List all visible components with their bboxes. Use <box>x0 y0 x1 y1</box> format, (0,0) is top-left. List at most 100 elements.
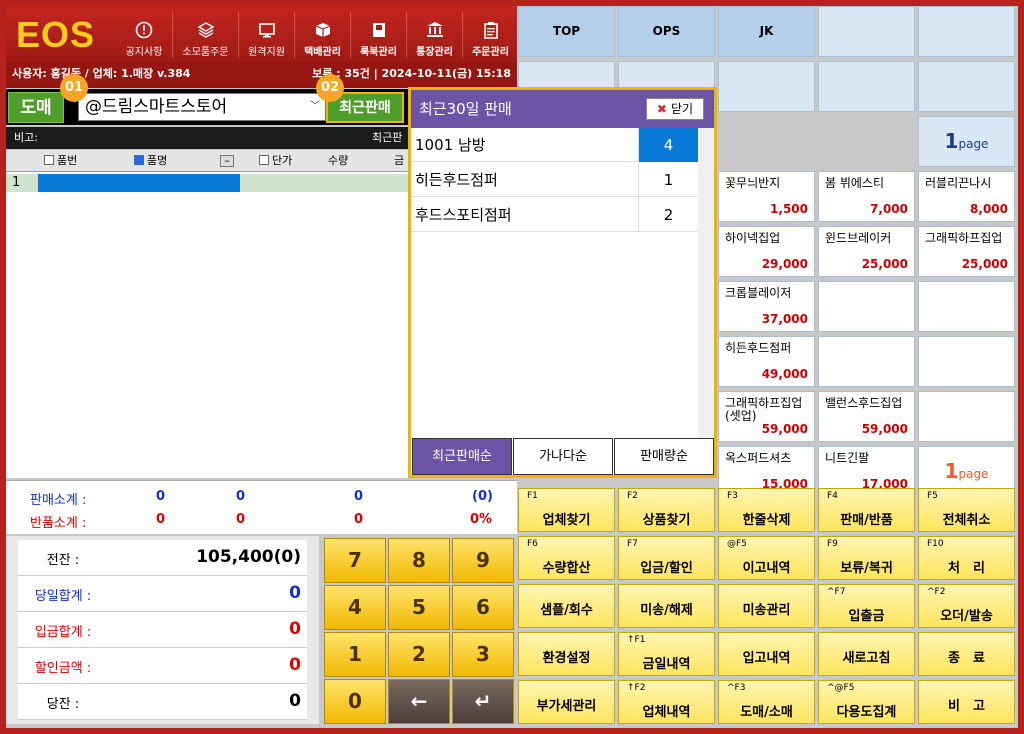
fkey-shortcut: ↑F2 <box>627 683 646 693</box>
fkey-shortcut: F2 <box>627 491 638 501</box>
balance-value: 0 <box>289 655 301 675</box>
product-button[interactable]: 하이넥집업 29,000 <box>718 226 815 277</box>
col-code[interactable]: 품번 <box>44 150 77 172</box>
col-amount: 금 <box>394 154 405 167</box>
fkey-4[interactable]: F4 판매/반품 <box>818 488 915 532</box>
fkey-5[interactable]: F5 전체취소 <box>918 488 1015 532</box>
col-unit[interactable]: 단가 <box>259 150 292 172</box>
col-name[interactable]: 품명 <box>134 150 167 172</box>
fkey-20[interactable]: 종 료 <box>918 632 1015 676</box>
fkey-7[interactable]: F7 입금/할인 <box>618 536 715 580</box>
fkey-8[interactable]: @F5 이고내역 <box>718 536 815 580</box>
popup-list-item[interactable]: 1001 남방 4 <box>411 128 698 162</box>
fkey-1[interactable]: F1 업체찾기 <box>518 488 615 532</box>
menu-item-label: 룩북관리 <box>360 47 397 58</box>
menu-item-label: 원격지원 <box>248 47 285 58</box>
fkey-2[interactable]: F2 상품찾기 <box>618 488 715 532</box>
fkey-shortcut: F7 <box>627 539 638 549</box>
product-slot[interactable] <box>818 281 915 332</box>
popup-scrollbar[interactable] <box>698 128 714 438</box>
product-button[interactable]: 히든후드점퍼 49,000 <box>718 336 815 387</box>
balance-label: 입금합계 : <box>34 625 92 640</box>
tab-slot[interactable] <box>918 61 1015 112</box>
product-slot[interactable] <box>918 336 1015 387</box>
numpad-key-6[interactable]: 6 <box>452 585 514 630</box>
numpad-key-1[interactable]: 1 <box>324 632 386 677</box>
sort-tab-2[interactable]: 가나다순 <box>513 438 613 475</box>
page-number: 1 <box>944 129 959 153</box>
numpad-key-9[interactable]: 9 <box>452 538 514 583</box>
sort-tab-1[interactable]: 최근판매순 <box>412 438 512 475</box>
numpad-key-5[interactable]: 5 <box>388 585 450 630</box>
product-button[interactable]: 그래픽하프집업 25,000 <box>918 226 1015 277</box>
fkey-22[interactable]: ↑F2 업체내역 <box>618 680 715 724</box>
fkey-21[interactable]: 부가세관리 <box>518 680 615 724</box>
fkey-14[interactable]: ^F7 입출금 <box>818 584 915 628</box>
product-button[interactable]: 꽃무늬반지 1,500 <box>718 171 815 222</box>
numpad-key-4[interactable]: 4 <box>324 585 386 630</box>
fkey-25[interactable]: 비 고 <box>918 680 1015 724</box>
fkey-3[interactable]: F3 한줄삭제 <box>718 488 815 532</box>
fkey-24[interactable]: ^@F5 다용도집계 <box>818 680 915 724</box>
fkey-label: 미송/해제 <box>640 603 693 618</box>
numpad-key-enter[interactable]: ↵ <box>452 679 514 724</box>
product-button[interactable]: 밸런스후드집업 59,000 <box>818 391 915 442</box>
popup-title: 최근30일 판매 <box>419 100 512 118</box>
menu-item-2[interactable]: 소모품주문 <box>172 12 238 58</box>
fkey-shortcut: F6 <box>527 539 538 549</box>
menu-item-6[interactable]: 통장관리 <box>406 12 462 58</box>
product-price: 8,000 <box>970 202 1008 216</box>
fkey-13[interactable]: 미송관리 <box>718 584 815 628</box>
fkey-23[interactable]: ^F3 도매/소매 <box>718 680 815 724</box>
menu-item-4[interactable]: 택배관리 <box>294 12 350 58</box>
numpad-key-0[interactable]: 0 <box>324 679 386 724</box>
product-slot[interactable] <box>918 391 1015 442</box>
page-indicator-top[interactable]: 1page <box>918 116 1015 167</box>
product-button[interactable]: 그래픽하프집업(셋업) 59,000 <box>718 391 815 442</box>
fkey-shortcut: F4 <box>827 491 838 501</box>
menu-item-1[interactable]: 공지사항 <box>116 12 172 58</box>
numpad-key-8[interactable]: 8 <box>388 538 450 583</box>
numpad-key-back[interactable]: ← <box>388 679 450 724</box>
fkey-12[interactable]: 미송/해제 <box>618 584 715 628</box>
return-subtotal-3: 0 <box>354 512 364 527</box>
fkey-6[interactable]: F6 수량합산 <box>518 536 615 580</box>
store-select[interactable]: @드림스마트스토어 ﹀ <box>78 93 326 121</box>
tab-slot[interactable] <box>818 61 915 112</box>
selected-cell[interactable] <box>38 174 240 192</box>
menu-item-5[interactable]: 룩북관리 <box>350 12 406 58</box>
return-subtotal-label: 반품소계 : <box>30 516 87 531</box>
close-button[interactable]: ✖ 닫기 <box>646 98 704 120</box>
product-slot[interactable] <box>918 281 1015 332</box>
product-slot[interactable] <box>818 336 915 387</box>
fkey-10[interactable]: F10 처 리 <box>918 536 1015 580</box>
fkey-15[interactable]: ^F2 오더/발송 <box>918 584 1015 628</box>
tab-slot[interactable] <box>718 61 815 112</box>
popup-list-item[interactable]: 후드스포티점퍼 2 <box>411 198 698 232</box>
popup-list-item[interactable]: 히든후드점퍼 1 <box>411 163 698 197</box>
top-tab-4[interactable] <box>818 6 915 57</box>
top-tab-3[interactable]: JK <box>718 6 815 57</box>
fkey-17[interactable]: ↑F1 금일내역 <box>618 632 715 676</box>
product-button[interactable]: 크롭블레이저 37,000 <box>718 281 815 332</box>
fkey-18[interactable]: 입고내역 <box>718 632 815 676</box>
product-button[interactable]: 윈드브레이커 25,000 <box>818 226 915 277</box>
collapse-button[interactable]: – <box>220 155 234 167</box>
numpad-key-3[interactable]: 3 <box>452 632 514 677</box>
fkey-19[interactable]: 새로고침 <box>818 632 915 676</box>
numpad-key-2[interactable]: 2 <box>388 632 450 677</box>
checkbox-checked-icon <box>134 155 144 165</box>
product-button[interactable]: 봄 뷔에스티 7,000 <box>818 171 915 222</box>
mode-button[interactable]: 도매 <box>8 92 64 123</box>
top-tab-1[interactable]: TOP <box>518 6 615 57</box>
fkey-9[interactable]: F9 보류/복귀 <box>818 536 915 580</box>
numpad-key-7[interactable]: 7 <box>324 538 386 583</box>
fkey-16[interactable]: 환경설정 <box>518 632 615 676</box>
sort-tab-3[interactable]: 판매량순 <box>614 438 714 475</box>
top-tab-2[interactable]: OPS <box>618 6 715 57</box>
fkey-11[interactable]: 샘플/회수 <box>518 584 615 628</box>
product-button[interactable]: 러블리끈나시 8,000 <box>918 171 1015 222</box>
top-tab-5[interactable] <box>918 6 1015 57</box>
menu-item-3[interactable]: 원격지원 <box>238 12 294 58</box>
menu-item-7[interactable]: 주문관리 <box>462 12 518 58</box>
